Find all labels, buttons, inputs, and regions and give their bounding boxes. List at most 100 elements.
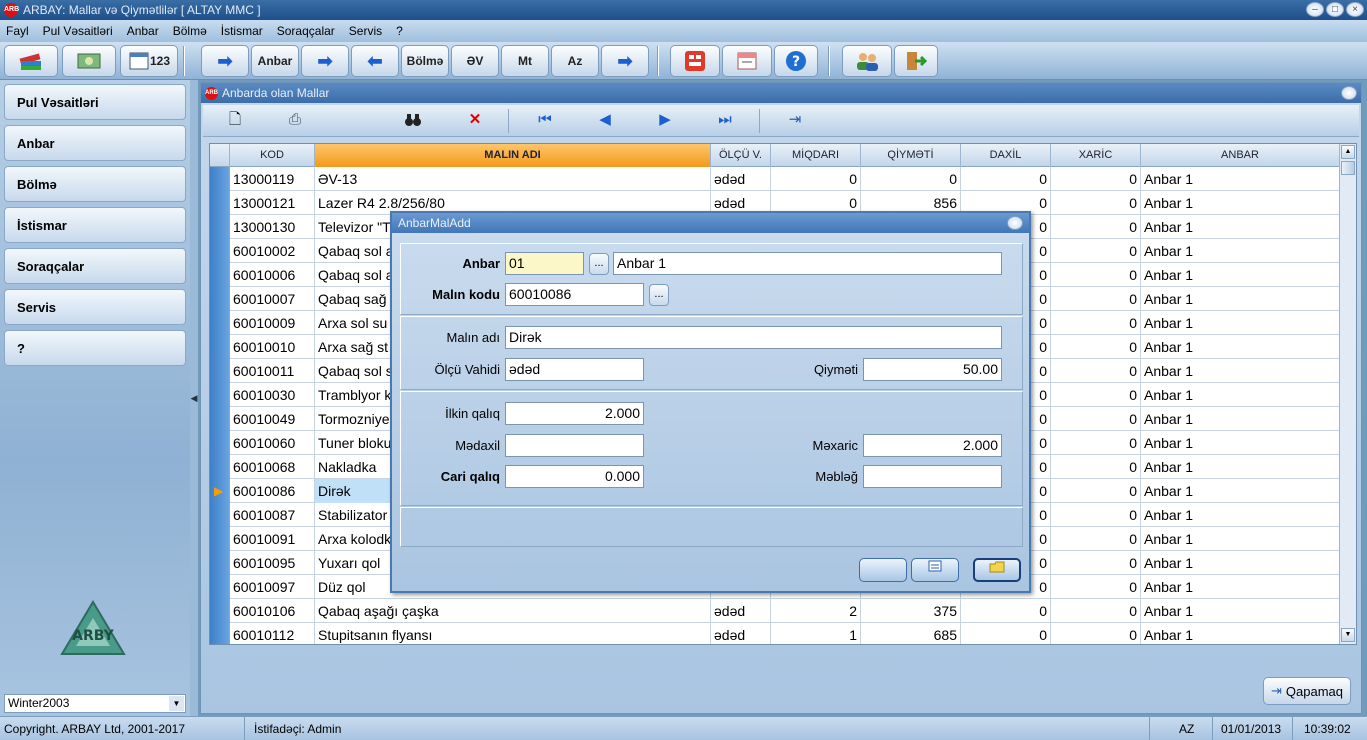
- col-header-daxil[interactable]: DAXİL: [961, 144, 1051, 167]
- ilkin-qaliq-input[interactable]: 2.000: [505, 402, 644, 425]
- close-qapamaq-button[interactable]: ⇥ Qapamaq: [1263, 677, 1351, 705]
- sidebar-item-soraqcalar[interactable]: Soraqçalar: [4, 248, 186, 284]
- row-indicator[interactable]: [210, 623, 230, 644]
- stock-window-max-button[interactable]: [1341, 86, 1357, 100]
- col-header-olcu[interactable]: ÖLÇÜ V.: [711, 144, 771, 167]
- dialog-edit-button[interactable]: [911, 558, 959, 582]
- mebleg-input[interactable]: [863, 465, 1002, 488]
- last-record-icon[interactable]: ⏭: [715, 112, 735, 128]
- delete-icon[interactable]: ✕: [465, 112, 485, 128]
- menu-help[interactable]: ?: [396, 24, 403, 38]
- close-window-button[interactable]: ×: [1346, 2, 1364, 17]
- forward-button-1[interactable]: ➡: [201, 45, 249, 77]
- col-header-xaric[interactable]: XARİC: [1051, 144, 1141, 167]
- money-button[interactable]: [62, 45, 116, 77]
- menu-fayl[interactable]: Fayl: [6, 24, 29, 38]
- forward-button-3[interactable]: ➡: [601, 45, 649, 77]
- kod-lookup-button[interactable]: ...: [649, 284, 669, 306]
- exit-window-icon[interactable]: ⇥: [785, 112, 805, 128]
- row-indicator[interactable]: [210, 215, 230, 239]
- first-record-icon[interactable]: ⏮: [535, 112, 555, 128]
- medaxil-input[interactable]: [505, 434, 644, 457]
- row-indicator[interactable]: [210, 167, 230, 191]
- anbar-lookup-button[interactable]: ...: [589, 253, 609, 275]
- kod-input[interactable]: 60010086: [505, 283, 644, 306]
- az-button[interactable]: Az: [551, 45, 599, 77]
- menu-bolme[interactable]: Bölmə: [173, 24, 207, 38]
- menu-istismar[interactable]: İstismar: [221, 24, 263, 38]
- mt-button[interactable]: Mt: [501, 45, 549, 77]
- row-indicator[interactable]: ▶: [210, 479, 230, 503]
- malin-adi-input[interactable]: Dirək: [505, 326, 1002, 349]
- prev-record-icon[interactable]: ◀: [595, 112, 615, 128]
- scroll-down-icon[interactable]: ▼: [1341, 628, 1355, 642]
- maximize-button[interactable]: □: [1326, 2, 1344, 17]
- menu-anbar[interactable]: Anbar: [127, 24, 159, 38]
- sidebar-item-anbar[interactable]: Anbar: [4, 125, 186, 161]
- cari-qaliq-input[interactable]: 0.000: [505, 465, 644, 488]
- scroll-thumb[interactable]: [1341, 161, 1355, 175]
- row-indicator[interactable]: [210, 455, 230, 479]
- row-indicator[interactable]: [210, 551, 230, 575]
- row-indicator[interactable]: [210, 287, 230, 311]
- next-record-icon[interactable]: ▶: [655, 112, 675, 128]
- row-indicator[interactable]: [210, 383, 230, 407]
- col-header-anbar[interactable]: ANBAR: [1141, 144, 1340, 167]
- row-indicator[interactable]: [210, 191, 230, 215]
- row-indicator[interactable]: [210, 599, 230, 623]
- olcu-vahidi-input[interactable]: ədəd: [505, 358, 644, 381]
- qiymeti-input[interactable]: 50.00: [863, 358, 1002, 381]
- dialog-folder-button[interactable]: [973, 558, 1021, 582]
- sidebar-item-bolme[interactable]: Bölmə: [4, 166, 186, 202]
- row-indicator[interactable]: [210, 311, 230, 335]
- calendar-button[interactable]: [722, 45, 772, 77]
- forward-button-2[interactable]: ➡: [301, 45, 349, 77]
- bolme-button[interactable]: Bölmə: [401, 45, 449, 77]
- sidebar-item-istismar[interactable]: İstismar: [4, 207, 186, 243]
- sidebar-item-pul-vesaitleri[interactable]: Pul Vəsaitləri: [4, 84, 186, 120]
- row-indicator[interactable]: [210, 527, 230, 551]
- grid-scrollbar[interactable]: ▲ ▼: [1339, 144, 1356, 644]
- col-header-malin-adi[interactable]: MALIN ADI: [315, 144, 711, 167]
- dialog-ok-button[interactable]: [859, 558, 907, 582]
- back-button[interactable]: ⬅: [351, 45, 399, 77]
- col-header-miqdari[interactable]: MİQDARI: [771, 144, 861, 167]
- anbar-name-input[interactable]: Anbar 1: [613, 252, 1002, 275]
- menu-servis[interactable]: Servis: [349, 24, 382, 38]
- anbar-button[interactable]: Anbar: [251, 45, 299, 77]
- col-header-kod[interactable]: KOD: [230, 144, 315, 167]
- row-indicator[interactable]: [210, 359, 230, 383]
- table-row[interactable]: 60010106 Qabaq aşağı çaşka ədəd 2 375 0 0 Anbar…: [210, 599, 1340, 623]
- new-document-icon[interactable]: 🗋: [225, 112, 245, 128]
- row-indicator[interactable]: [210, 239, 230, 263]
- sidebar-item-servis[interactable]: Servis: [4, 289, 186, 325]
- col-header-qiymeti[interactable]: QİYMƏTİ: [861, 144, 961, 167]
- row-indicator[interactable]: [210, 407, 230, 431]
- anbar-code-input[interactable]: 01: [505, 252, 584, 275]
- table-row[interactable]: 60010112 Stupitsanın flyansı ədəd 1 685 0 0 Anb…: [210, 623, 1340, 644]
- binoculars-icon[interactable]: [403, 112, 423, 132]
- row-indicator[interactable]: [210, 335, 230, 359]
- menu-pul-vesaitleri[interactable]: Pul Vəsaitləri: [43, 24, 113, 38]
- calculator-tool-button[interactable]: [670, 45, 720, 77]
- scroll-up-icon[interactable]: ▲: [1341, 145, 1355, 159]
- print-icon[interactable]: ⎙: [285, 112, 305, 128]
- ev-button[interactable]: ƏV: [451, 45, 499, 77]
- sidebar-item-help[interactable]: ?: [4, 330, 186, 366]
- season-select[interactable]: Winter2003 ▼: [4, 694, 186, 713]
- dialog-close-button[interactable]: [1007, 216, 1023, 230]
- calculator-button[interactable]: 123: [120, 45, 178, 77]
- table-row[interactable]: 13000119 ƏV-13 ədəd 0 0 0 0 Anbar 1: [210, 167, 1340, 191]
- minimize-button[interactable]: –: [1306, 2, 1324, 17]
- row-indicator[interactable]: [210, 263, 230, 287]
- exit-button[interactable]: [894, 45, 938, 77]
- mexaric-input[interactable]: 2.000: [863, 434, 1002, 457]
- row-indicator[interactable]: [210, 431, 230, 455]
- sidebar-splitter[interactable]: ◀: [190, 80, 198, 716]
- users-button[interactable]: [842, 45, 892, 77]
- row-indicator[interactable]: [210, 503, 230, 527]
- books-button[interactable]: [4, 45, 58, 77]
- help-button[interactable]: ?: [774, 45, 818, 77]
- menu-soraqcalar[interactable]: Soraqçalar: [277, 24, 335, 38]
- row-indicator[interactable]: [210, 575, 230, 599]
